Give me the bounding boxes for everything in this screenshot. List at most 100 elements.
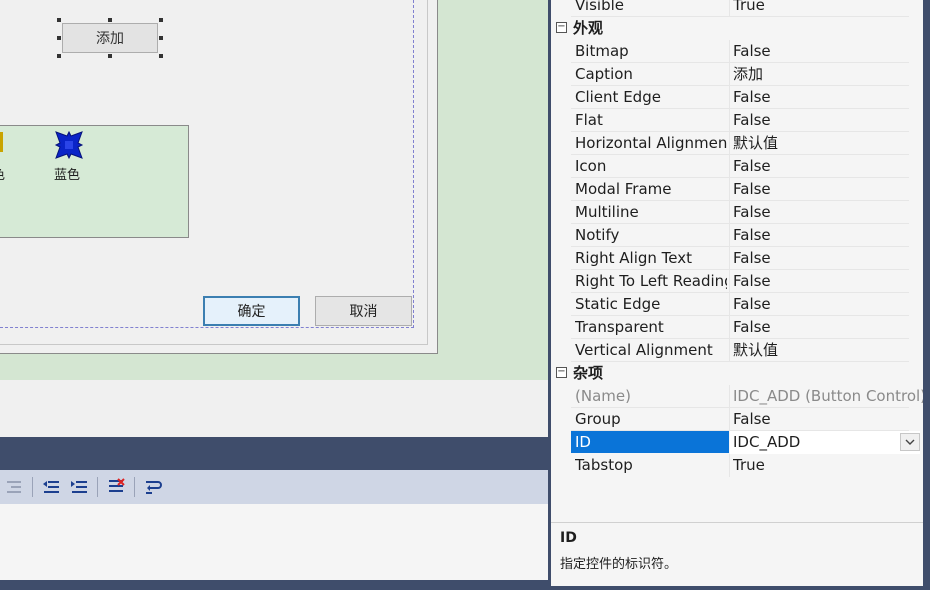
property-value: False	[733, 111, 771, 129]
column-divider	[729, 178, 730, 201]
property-name: Static Edge	[575, 295, 661, 313]
property-value: False	[733, 157, 771, 175]
property-name: Right To Left Reading	[575, 272, 727, 290]
property-value: False	[733, 88, 771, 106]
column-divider	[729, 155, 730, 178]
property-name: Group	[575, 410, 621, 428]
property-value: False	[733, 249, 771, 267]
resize-handle-nw[interactable]	[57, 18, 61, 22]
column-divider	[729, 339, 730, 362]
cancel-button[interactable]: 取消	[315, 296, 412, 326]
description-title: ID	[560, 530, 577, 546]
property-row[interactable]: Visible True	[551, 0, 923, 17]
property-row[interactable]: (Name) IDC_ADD (Button Control)	[551, 385, 923, 408]
property-row[interactable]: Notify False	[551, 224, 923, 247]
resize-handle-se[interactable]	[159, 54, 163, 58]
description-splitter[interactable]	[551, 522, 923, 523]
column-divider	[729, 270, 730, 293]
property-name: Client Edge	[575, 88, 661, 106]
resize-handle-e[interactable]	[159, 36, 163, 40]
property-row-selected[interactable]: ID IDC_ADD	[551, 431, 923, 454]
dropdown-button[interactable]	[900, 433, 920, 451]
column-divider	[729, 293, 730, 316]
add-button[interactable]: 添加	[62, 23, 158, 53]
properties-window: Visible True − 外观 Bitmap False Caption 添加 …	[551, 0, 923, 586]
window-frame	[923, 0, 930, 590]
column-divider	[729, 247, 730, 270]
status-strip	[0, 580, 548, 590]
property-row[interactable]: Client Edge False	[551, 86, 923, 109]
toolbar-separator	[32, 477, 33, 497]
property-row[interactable]: Multiline False	[551, 201, 923, 224]
property-name: ID	[571, 431, 729, 453]
description-text: 指定控件的标识符。	[560, 557, 678, 572]
property-row[interactable]: Bitmap False	[551, 40, 923, 63]
property-value: True	[733, 0, 765, 14]
property-row[interactable]: Right To Left Reading False	[551, 270, 923, 293]
indent-decrease-icon[interactable]	[41, 477, 61, 497]
column-divider	[729, 408, 730, 431]
column-divider	[729, 454, 730, 477]
indent-increase-icon[interactable]	[69, 477, 89, 497]
collapse-icon[interactable]: −	[556, 22, 567, 33]
property-value: IDC_ADD (Button Control)	[733, 387, 923, 405]
property-value: False	[733, 272, 771, 290]
property-row[interactable]: Vertical Alignment 默认值	[551, 339, 923, 362]
property-name: Notify	[575, 226, 620, 244]
panel-splitter[interactable]	[0, 437, 548, 470]
property-value: False	[733, 318, 771, 336]
property-row[interactable]: Transparent False	[551, 316, 923, 339]
property-name: Right Align Text	[575, 249, 692, 267]
property-row[interactable]: Modal Frame False	[551, 178, 923, 201]
dialog-designer-area: 添加 色 蓝色 确定 取消	[0, 0, 548, 437]
property-name: Modal Frame	[575, 180, 672, 198]
property-value: False	[733, 42, 771, 60]
toolbar-separator	[134, 477, 135, 497]
property-row[interactable]: Tabstop True	[551, 454, 923, 477]
chevron-down-icon	[905, 439, 915, 445]
column-divider	[729, 132, 730, 155]
partial-color-label: 色	[0, 164, 5, 183]
property-row[interactable]: Right Align Text False	[551, 247, 923, 270]
collapse-icon[interactable]: −	[556, 367, 567, 378]
category-label: 杂项	[573, 364, 604, 382]
output-pane	[0, 504, 548, 580]
dialog-surface[interactable]: 添加 色 蓝色 确定 取消	[0, 0, 438, 354]
color-list-control[interactable]: 色 蓝色	[0, 125, 189, 238]
property-row[interactable]: Static Edge False	[551, 293, 923, 316]
property-name: Visible	[575, 0, 624, 14]
add-button-selection[interactable]: 添加	[57, 18, 163, 58]
blue-color-label: 蓝色	[54, 168, 81, 183]
property-row[interactable]: Horizontal Alignment 默认值	[551, 132, 923, 155]
resize-handle-n[interactable]	[108, 18, 112, 22]
property-value: 默认值	[733, 341, 779, 359]
ok-button[interactable]: 确定	[203, 296, 300, 326]
property-value: False	[733, 203, 771, 221]
property-name: (Name)	[575, 387, 631, 405]
property-value: IDC_ADD	[733, 433, 801, 451]
property-value: 默认值	[733, 134, 779, 152]
column-divider	[729, 109, 730, 132]
category-misc[interactable]: − 杂项	[551, 362, 923, 385]
property-name: Vertical Alignment	[575, 341, 713, 359]
property-row[interactable]: Icon False	[551, 155, 923, 178]
resize-handle-s[interactable]	[108, 54, 112, 58]
category-appearance[interactable]: − 外观	[551, 17, 923, 40]
comment-lines-icon[interactable]	[106, 477, 126, 497]
word-wrap-icon[interactable]	[143, 477, 163, 497]
outdent-icon[interactable]	[4, 477, 24, 497]
property-name: Caption	[575, 65, 633, 83]
editor-toolbar	[0, 470, 548, 504]
property-row[interactable]: Caption 添加	[551, 63, 923, 86]
property-row[interactable]: Group False	[551, 408, 923, 431]
property-name: Multiline	[575, 203, 639, 221]
resize-handle-sw[interactable]	[57, 54, 61, 58]
property-value: 添加	[733, 65, 764, 83]
property-name: Horizontal Alignment	[575, 134, 727, 152]
property-value: False	[733, 226, 771, 244]
column-divider	[729, 0, 730, 17]
property-row[interactable]: Flat False	[551, 109, 923, 132]
resize-handle-w[interactable]	[57, 36, 61, 40]
property-name: Tabstop	[575, 456, 633, 474]
resize-handle-ne[interactable]	[159, 18, 163, 22]
